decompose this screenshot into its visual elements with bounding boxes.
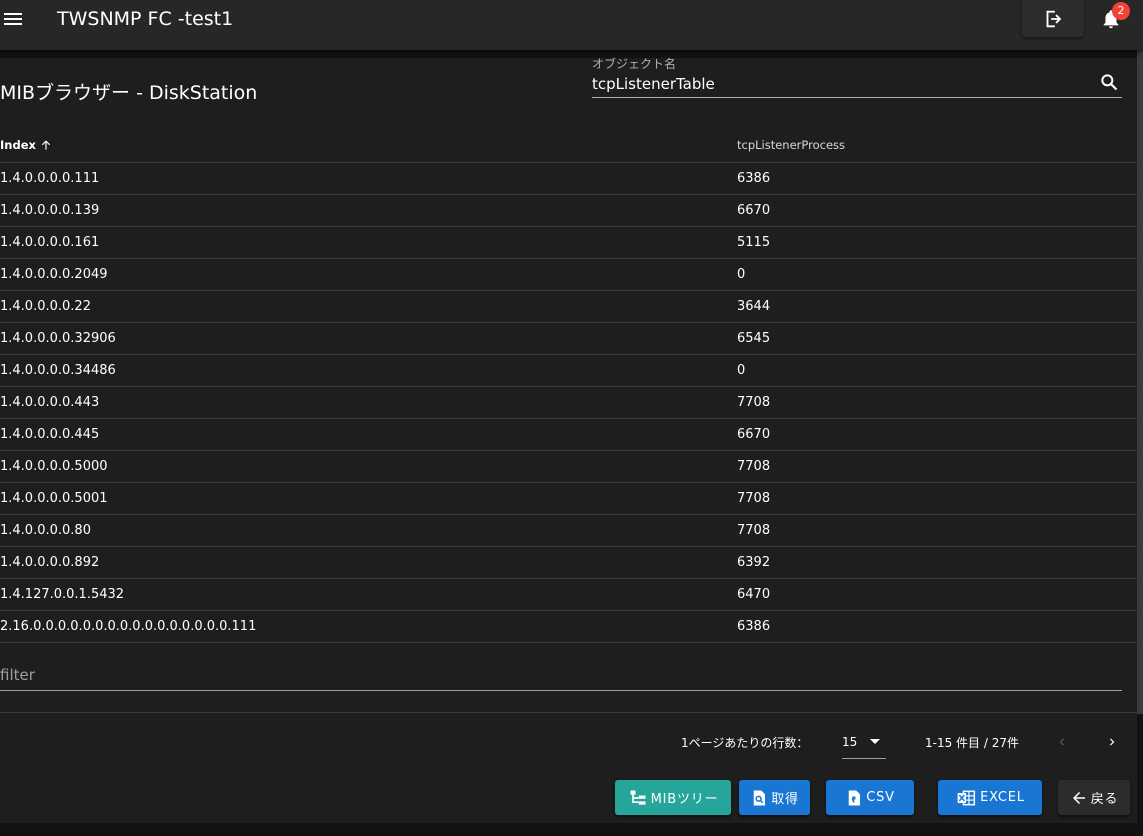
back-button-label: 戻る <box>1090 792 1119 807</box>
column-header-tcp-listener-process[interactable]: tcpListenerProcess <box>737 138 845 152</box>
filter-input[interactable] <box>0 662 1120 688</box>
index-cell: 1.4.0.0.0.0.80 <box>0 523 91 538</box>
index-cell: 1.4.0.0.0.0.5001 <box>0 491 108 506</box>
process-cell: 6545 <box>737 331 771 346</box>
file-excel-icon <box>957 790 976 805</box>
index-cell: 1.4.0.0.0.0.32906 <box>0 331 116 346</box>
process-cell: 5115 <box>737 235 771 250</box>
table-body: 1.4.0.0.0.0.111 6386 1.4.0.0.0.0.139 6670 … <box>0 162 1137 643</box>
bottom-strip <box>0 823 1143 836</box>
search-button[interactable] <box>1098 71 1120 93</box>
index-cell: 1.4.0.0.0.0.443 <box>0 395 100 410</box>
index-cell: 1.4.0.0.0.0.34486 <box>0 363 116 378</box>
column-header-index[interactable]: Index <box>0 138 53 152</box>
index-cell: 1.4.0.0.0.0.5000 <box>0 459 108 474</box>
index-cell: 1.4.0.0.0.0.2049 <box>0 267 108 282</box>
table-row[interactable]: 1.4.0.0.0.0.80 7708 <box>0 514 1137 546</box>
process-cell: 7708 <box>737 459 771 474</box>
table-row[interactable]: 2.16.0.0.0.0.0.0.0.0.0.0.0.0.0.0.0.0.111… <box>0 610 1137 643</box>
table-row[interactable]: 1.4.0.0.0.0.34486 0 <box>0 354 1137 386</box>
table-row[interactable]: 1.4.127.0.0.1.5432 6470 <box>0 578 1137 610</box>
index-cell: 1.4.0.0.0.0.161 <box>0 235 100 250</box>
process-cell: 7708 <box>737 523 771 538</box>
process-cell: 6386 <box>737 619 771 634</box>
get-button-label: 取得 <box>771 792 799 807</box>
object-name-underline <box>592 97 1122 98</box>
arrow-left-icon <box>1072 791 1085 804</box>
table-row[interactable]: 1.4.0.0.0.0.445 6670 <box>0 418 1137 450</box>
index-cell: 2.16.0.0.0.0.0.0.0.0.0.0.0.0.0.0.0.0.111 <box>0 619 257 634</box>
process-cell: 7708 <box>737 395 771 410</box>
scrollbar[interactable] <box>1137 50 1143 714</box>
page-range-text: 1-15 件目 / 27件 <box>925 736 1019 750</box>
process-cell: 0 <box>737 267 746 282</box>
mib-tree-button[interactable]: MIBツリー <box>615 780 731 815</box>
menu-icon <box>4 13 22 25</box>
search-icon <box>1101 74 1118 91</box>
index-cell: 1.4.0.0.0.0.892 <box>0 555 100 570</box>
filter-underline <box>0 690 1122 691</box>
excel-button-label: EXCEL <box>980 790 1025 805</box>
table-row[interactable]: 1.4.0.0.0.0.443 7708 <box>0 386 1137 418</box>
table-row[interactable]: 1.4.0.0.0.0.111 6386 <box>0 162 1137 194</box>
file-tree-icon <box>630 790 646 805</box>
logout-icon <box>1046 10 1062 27</box>
table-row[interactable]: 1.4.0.0.0.0.5001 7708 <box>0 482 1137 514</box>
table-row[interactable]: 1.4.0.0.0.0.22 3644 <box>0 290 1137 322</box>
chevron-left-icon <box>1059 738 1064 746</box>
mib-browser-card: MIBブラウザー - DiskStation オブジェクト名 Index tcp… <box>0 57 1137 823</box>
object-name-label: オブジェクト名 <box>592 57 677 71</box>
process-cell: 7708 <box>737 491 771 506</box>
column-header-label: Index <box>0 138 36 152</box>
menu-button[interactable] <box>0 6 26 32</box>
app-bar: TWSNMP FC -test1 2 <box>0 0 1143 50</box>
file-csv-icon <box>848 790 861 805</box>
process-cell: 0 <box>737 363 746 378</box>
table-row[interactable]: 1.4.0.0.0.0.161 5115 <box>0 226 1137 258</box>
footer-divider <box>0 712 1137 713</box>
excel-button[interactable]: EXCEL <box>938 780 1042 815</box>
process-cell: 6386 <box>737 171 771 186</box>
process-cell: 6470 <box>737 587 771 602</box>
arrow-up-icon <box>41 140 51 150</box>
object-name-input[interactable] <box>592 72 1092 96</box>
table-row[interactable]: 1.4.0.0.0.0.5000 7708 <box>0 450 1137 482</box>
get-button[interactable]: 取得 <box>739 780 810 815</box>
rows-per-page-select[interactable]: 15 <box>842 728 886 759</box>
chevron-right-icon <box>1110 738 1115 746</box>
rows-per-page-value: 15 <box>842 735 858 749</box>
index-cell: 1.4.0.0.0.0.139 <box>0 203 100 218</box>
csv-button-label: CSV <box>866 790 895 805</box>
file-search-icon <box>753 790 766 805</box>
process-cell: 6670 <box>737 427 771 442</box>
next-page-button[interactable] <box>1102 731 1122 753</box>
notification-badge: 2 <box>1112 2 1130 20</box>
rows-per-page-label: 1ページあたりの行数： <box>681 736 809 750</box>
index-cell: 1.4.0.0.0.0.445 <box>0 427 100 442</box>
process-cell: 6670 <box>737 203 771 218</box>
app-title: TWSNMP FC -test1 <box>57 8 234 30</box>
mib-tree-button-label: MIBツリー <box>650 792 719 807</box>
page-title: MIBブラウザー - DiskStation <box>0 82 258 104</box>
table-row[interactable]: 1.4.0.0.0.0.139 6670 <box>0 194 1137 226</box>
logout-button[interactable] <box>1022 0 1084 37</box>
index-cell: 1.4.0.0.0.0.22 <box>0 299 91 314</box>
table-row[interactable]: 1.4.0.0.0.0.892 6392 <box>0 546 1137 578</box>
prev-page-button[interactable] <box>1052 731 1072 753</box>
process-cell: 6392 <box>737 555 771 570</box>
back-button[interactable]: 戻る <box>1058 780 1130 815</box>
process-cell: 3644 <box>737 299 771 314</box>
index-cell: 1.4.127.0.0.1.5432 <box>0 587 125 602</box>
dropdown-arrow-icon <box>870 739 880 744</box>
csv-button[interactable]: CSV <box>826 780 914 815</box>
table-row[interactable]: 1.4.0.0.0.0.32906 6545 <box>0 322 1137 354</box>
table-row[interactable]: 1.4.0.0.0.0.2049 0 <box>0 258 1137 290</box>
index-cell: 1.4.0.0.0.0.111 <box>0 171 100 186</box>
